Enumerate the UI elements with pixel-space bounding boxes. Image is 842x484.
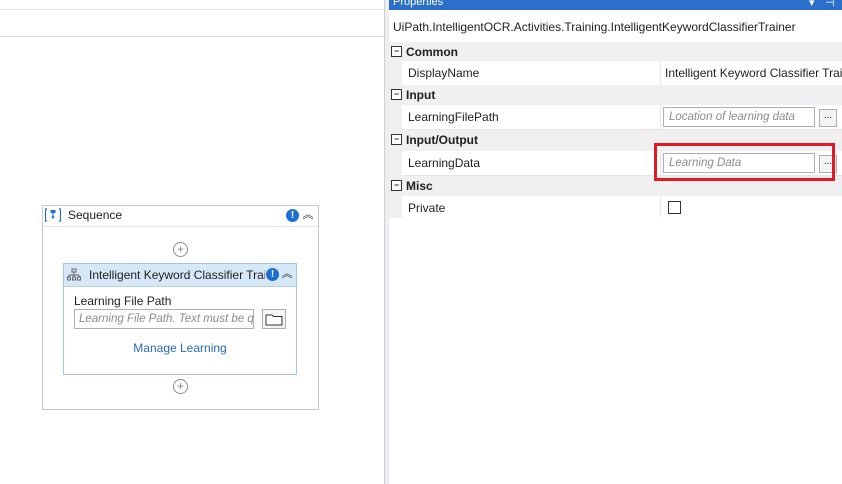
pin-icon[interactable]: ⊣ bbox=[825, 0, 835, 9]
category-label: Misc bbox=[406, 179, 433, 193]
activity-header[interactable]: Intelligent Keyword Classifier Trainer !… bbox=[64, 264, 296, 287]
category-label: Input/Output bbox=[406, 133, 478, 147]
sequence-icon bbox=[45, 208, 61, 222]
collapse-category-icon[interactable]: − bbox=[391, 134, 402, 145]
selected-object-type: UiPath.IntelligentOCR.Activities.Trainin… bbox=[393, 20, 796, 34]
private-checkbox[interactable] bbox=[668, 201, 681, 214]
collapse-category-icon[interactable]: − bbox=[391, 180, 402, 191]
dropdown-icon[interactable]: ▾ bbox=[809, 0, 815, 9]
column-divider[interactable] bbox=[660, 61, 661, 85]
add-activity-icon[interactable]: + bbox=[173, 242, 188, 257]
sequence-title: Sequence bbox=[68, 208, 123, 222]
learningfilepath-ellipsis-button[interactable]: ... bbox=[819, 109, 837, 127]
collapse-icon[interactable]: ︽ bbox=[281, 268, 293, 280]
properties-title: Properties bbox=[393, 0, 444, 8]
highlight-annotation bbox=[654, 143, 835, 181]
designer-tab-strip bbox=[0, 0, 384, 10]
category-label: Common bbox=[406, 45, 458, 59]
property-grid: − Common DisplayName Intelligent Keyword… bbox=[389, 42, 842, 484]
learningfilepath-input[interactable]: Location of learning data bbox=[663, 107, 815, 127]
displayname-value[interactable]: Intelligent Keyword Classifier Trainer bbox=[665, 66, 842, 80]
properties-panel: Properties ▾ ⊣ UiPath.IntelligentOCR.Act… bbox=[389, 0, 842, 484]
activity-title: Intelligent Keyword Classifier Trainer bbox=[89, 268, 265, 282]
property-name: LearningData bbox=[408, 156, 481, 170]
sequence-container[interactable]: Sequence ! ︽ + Intelligent Keyword Class… bbox=[42, 205, 319, 410]
validation-warning-icon[interactable]: ! bbox=[266, 268, 279, 281]
property-grid-empty-area bbox=[389, 218, 842, 484]
workflow-designer[interactable]: Sequence ! ︽ + Intelligent Keyword Class… bbox=[0, 0, 384, 484]
sequence-header[interactable]: Sequence ! ︽ bbox=[43, 206, 318, 227]
column-divider[interactable] bbox=[660, 105, 661, 129]
activity-card[interactable]: Intelligent Keyword Classifier Trainer !… bbox=[63, 263, 297, 375]
category-label: Input bbox=[406, 88, 436, 102]
classifier-trainer-icon bbox=[67, 268, 81, 281]
validation-warning-icon[interactable]: ! bbox=[286, 209, 299, 222]
property-name: LearningFilePath bbox=[408, 110, 499, 124]
manage-learning-link[interactable]: Manage Learning bbox=[64, 341, 296, 355]
collapse-icon[interactable]: ︽ bbox=[302, 209, 314, 221]
browse-folder-button[interactable] bbox=[262, 309, 286, 329]
category-common[interactable]: − Common bbox=[389, 42, 842, 63]
learning-file-path-input[interactable]: Learning File Path. Text must be quoted bbox=[74, 309, 254, 329]
collapse-category-icon[interactable]: − bbox=[391, 46, 402, 57]
column-divider[interactable] bbox=[660, 196, 661, 220]
learning-file-path-label: Learning File Path bbox=[74, 294, 172, 308]
folder-icon bbox=[265, 314, 283, 326]
add-activity-icon[interactable]: + bbox=[173, 379, 188, 394]
collapse-category-icon[interactable]: − bbox=[391, 89, 402, 100]
property-name: Private bbox=[408, 201, 446, 215]
property-row-learningfilepath[interactable]: LearningFilePath Location of learning da… bbox=[402, 105, 842, 130]
property-name: DisplayName bbox=[408, 66, 480, 80]
properties-titlebar: Properties ▾ ⊣ bbox=[389, 0, 842, 10]
property-row-displayname[interactable]: DisplayName Intelligent Keyword Classifi… bbox=[402, 61, 842, 86]
category-input[interactable]: − Input bbox=[389, 85, 842, 106]
